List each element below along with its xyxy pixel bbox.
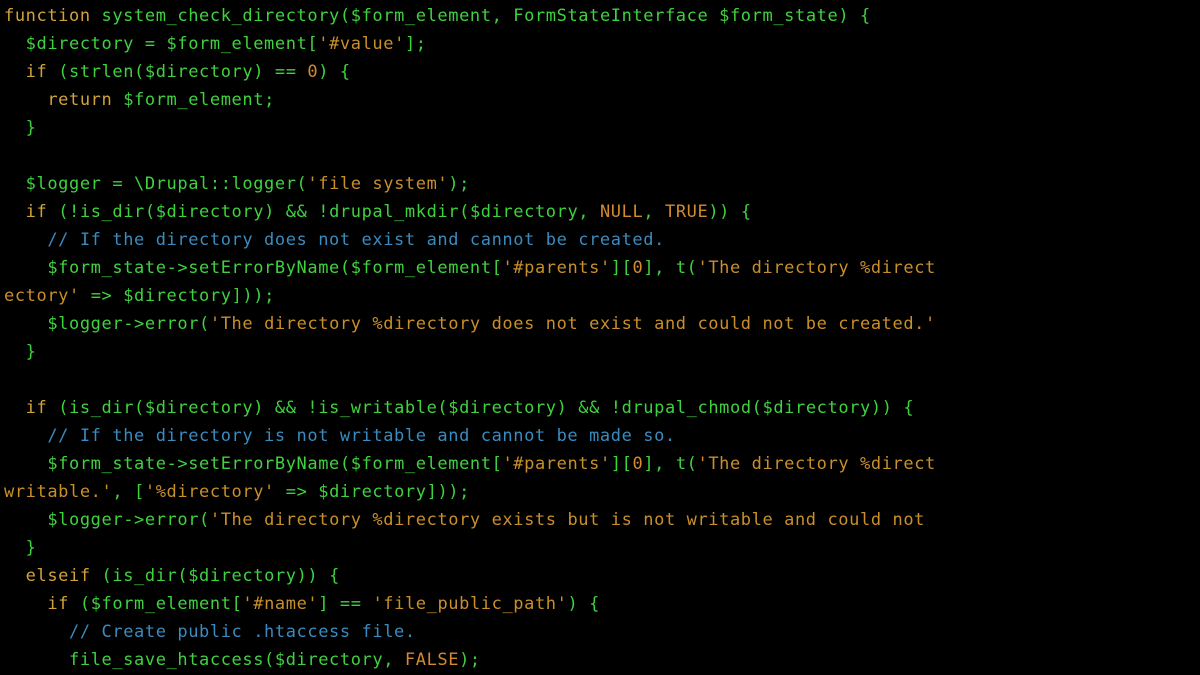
- code-line: if (strlen($directory) == 0) {: [4, 62, 351, 82]
- code-line: writable.', ['%directory' => $directory]…: [4, 482, 470, 502]
- code-line: $logger = \Drupal::logger('file system')…: [4, 174, 470, 194]
- code-line: file_save_htaccess($directory, FALSE);: [4, 650, 481, 670]
- code-line: $form_state->setErrorByName($form_elemen…: [4, 454, 936, 474]
- code-line: ectory' => $directory]));: [4, 286, 275, 306]
- code-line: $directory = $form_element['#value'];: [4, 34, 427, 54]
- code-line: // If the directory is not writable and …: [4, 426, 676, 446]
- code-line: $form_state->setErrorByName($form_elemen…: [4, 258, 936, 278]
- code-line: // Create public .htaccess file.: [4, 622, 416, 642]
- code-line: return $form_element;: [4, 90, 275, 110]
- code-line: if (!is_dir($directory) && !drupal_mkdir…: [4, 202, 752, 222]
- code-line: if (is_dir($directory) && !is_writable($…: [4, 398, 914, 418]
- code-line: $logger->error('The directory %directory…: [4, 314, 936, 334]
- code-line: function system_check_directory($form_el…: [4, 6, 871, 26]
- code-block: function system_check_directory($form_el…: [0, 0, 1200, 675]
- code-line: }: [4, 118, 37, 138]
- code-line: elseif (is_dir($directory)) {: [4, 566, 340, 586]
- code-line: if ($form_element['#name'] == 'file_publ…: [4, 594, 600, 614]
- code-line: }: [4, 538, 37, 558]
- code-line: $logger->error('The directory %directory…: [4, 510, 936, 530]
- code-line: }: [4, 342, 37, 362]
- code-line: // If the directory does not exist and c…: [4, 230, 665, 250]
